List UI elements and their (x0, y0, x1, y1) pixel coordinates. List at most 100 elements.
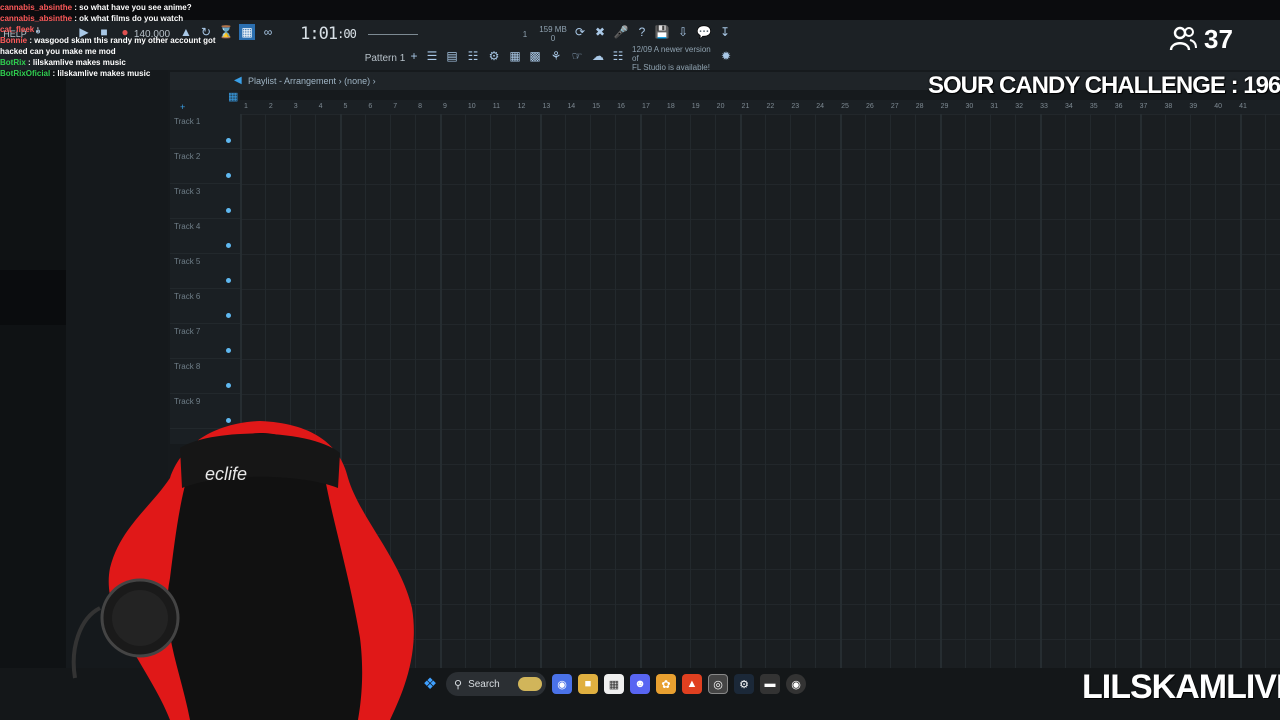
chat-message: cat_fleek : (0, 24, 240, 35)
playlist-title-text: Playlist - Arrangement (248, 76, 337, 86)
chat-username[interactable]: BotRix (0, 58, 26, 67)
tuner-icon[interactable]: ⚘ (548, 48, 564, 64)
chat-username[interactable]: cannabis_absinthe (0, 14, 72, 23)
plugin-icon[interactable]: ▩ (527, 48, 543, 64)
ruler-bar-label: 13 (542, 103, 551, 110)
track-mute-icon[interactable] (226, 173, 231, 178)
obs-icon[interactable]: ◎ (708, 674, 728, 694)
chat-username[interactable]: Bonnie (0, 36, 27, 45)
search-label: Search (468, 678, 500, 690)
chat-icon[interactable]: 💬 (696, 24, 712, 40)
blend-icon[interactable]: ▦ (239, 24, 255, 40)
track-header[interactable]: Track 8 (170, 359, 240, 394)
slider-track (368, 33, 418, 35)
streamer-name: LILSKAMLIVE (1082, 668, 1280, 706)
master-volume-slider[interactable] (366, 24, 420, 44)
track-header[interactable]: Track 5 (170, 254, 240, 289)
chat-username[interactable]: BotRixOficial (0, 69, 50, 78)
file-explorer-icon[interactable]: ■ (578, 674, 598, 694)
news-line-1: 12/09 A newer version of (632, 44, 711, 63)
chat-separator: : (34, 25, 40, 34)
track-mute-icon[interactable] (226, 243, 231, 248)
close-icon[interactable]: ✖ (592, 24, 608, 40)
track-mute-icon[interactable] (226, 348, 231, 353)
track-mute-icon[interactable] (226, 208, 231, 213)
export-icon[interactable]: ↧ (717, 24, 733, 40)
track-mute-icon[interactable] (226, 278, 231, 283)
touch-icon[interactable]: ☞ (569, 48, 585, 64)
search-highlight-icon (518, 677, 542, 691)
memory-value: 159 MB (539, 25, 567, 34)
ruler-bar-label: 3 (293, 103, 298, 110)
cart-icon[interactable]: ☷ (610, 48, 626, 64)
ruler-bar-label: 32 (1015, 103, 1024, 110)
browser-icon[interactable]: ▦ (507, 48, 523, 64)
snap-icon[interactable]: ▦ (228, 90, 238, 103)
download-icon[interactable]: ⇩ (675, 24, 691, 40)
ruler-bar-label: 37 (1139, 103, 1148, 110)
store-icon[interactable]: ▦ (604, 674, 624, 694)
playlist-selection[interactable]: (none) (344, 76, 370, 86)
ruler-bar-label: 9 (443, 103, 447, 110)
steam-icon[interactable]: ⚙ (734, 674, 754, 694)
news-panel[interactable]: 12/09 A newer version of FL Studio is av… (632, 44, 718, 72)
mixer-icon[interactable]: ⚙ (486, 48, 502, 64)
track-name: Track 2 (174, 152, 201, 161)
grid-bar-line (1040, 114, 1042, 668)
add-pattern-icon[interactable]: + (406, 48, 422, 64)
ruler-bar-label: 12 (517, 103, 526, 110)
browser-selection (0, 270, 66, 325)
timeline-ruler[interactable]: 1 2 3 4 5 6 7 8 9 10 11 12 13 14 15 16 17 18 19 20 21 22 23 24 2… (240, 100, 1280, 114)
channel-rack-icon[interactable]: ☷ (465, 48, 481, 64)
track-header[interactable]: Track 7 (170, 324, 240, 359)
cloud-icon[interactable]: ☁ (590, 48, 606, 64)
copilot-icon[interactable]: ◉ (552, 674, 572, 694)
ruler-bar-label: 10 (467, 103, 476, 110)
ruler-bar-label: 26 (865, 103, 874, 110)
news-settings-icon[interactable]: ✹ (718, 48, 734, 64)
track-header[interactable]: Track 3 (170, 184, 240, 219)
track-header[interactable]: Track 2 (170, 149, 240, 184)
track-header[interactable]: Track 6 (170, 289, 240, 324)
add-track-icon[interactable]: + (180, 102, 185, 112)
playlist-icon[interactable]: ☰ (424, 48, 440, 64)
fl-studio-icon[interactable]: ✿ (656, 674, 676, 694)
help-icon[interactable]: ? (634, 24, 650, 40)
grid-bar-line (540, 114, 542, 668)
loop-record-icon[interactable]: ∞ (260, 24, 276, 40)
ruler-bar-label: 6 (368, 103, 373, 110)
stream-chat: cannabis_absinthe : so what have you see… (0, 2, 240, 79)
viewer-count-widget: 37 (1168, 22, 1233, 56)
ruler-bar-label: 25 (841, 103, 849, 110)
grid-bar-line (740, 114, 742, 668)
track-name: Track 3 (174, 187, 201, 196)
chat-username[interactable]: cannabis_absinthe (0, 3, 72, 12)
refresh-icon[interactable]: ⟳ (572, 24, 588, 40)
taskbar-search[interactable]: ⚲ Search (446, 672, 546, 696)
ruler-bar-label: 28 (915, 103, 924, 110)
pattern-selector[interactable]: Pattern 1 (364, 48, 406, 68)
brave-icon[interactable]: ▲ (682, 674, 702, 694)
4k-icon[interactable]: ◉ (786, 674, 806, 694)
chat-text: so what have you see anime? (79, 3, 192, 12)
ruler-bar-label: 31 (990, 103, 999, 110)
webcam-chair: eclife (71, 421, 414, 720)
track-mute-icon[interactable] (226, 138, 231, 143)
save-icon[interactable]: 💾 (654, 24, 670, 40)
track-name: Track 8 (174, 362, 201, 371)
chat-separator: : (25, 58, 33, 67)
track-mute-icon[interactable] (226, 313, 231, 318)
ruler-bar-label: 14 (567, 103, 576, 110)
track-name: Track 4 (174, 222, 201, 231)
track-header[interactable]: Track 1 (170, 114, 240, 149)
app-icon[interactable]: ▬ (760, 674, 780, 694)
chat-message: Bonnie : wasgood skam this randy my othe… (0, 35, 240, 57)
ruler-bar-label: 16 (617, 103, 625, 110)
discord-icon[interactable]: ☻ (630, 674, 650, 694)
time-display[interactable]: 1:01 :00 (300, 24, 357, 44)
chat-username[interactable]: cat_fleek (0, 25, 34, 34)
track-header[interactable]: Track 4 (170, 219, 240, 254)
track-mute-icon[interactable] (226, 383, 231, 388)
microphone-icon[interactable]: 🎤 (613, 24, 629, 40)
piano-roll-icon[interactable]: ▤ (444, 48, 460, 64)
